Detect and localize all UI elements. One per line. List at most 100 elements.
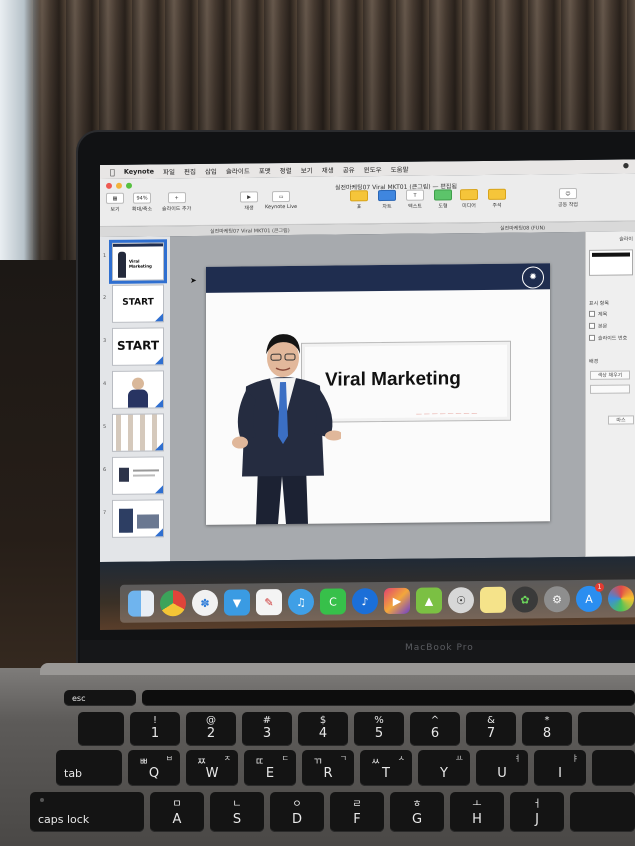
text-button[interactable]: T 텍스트 <box>406 189 424 210</box>
key-2[interactable]: @2 <box>186 712 236 746</box>
collaborate-button[interactable]: ☺ 공동 작업 <box>558 188 578 208</box>
key-i[interactable]: ㅑI <box>534 750 586 786</box>
slide-thumbnail-4[interactable] <box>112 370 164 409</box>
key-w[interactable]: ㅉㅈW <box>186 750 238 786</box>
key-h[interactable]: ㅗH <box>450 792 504 832</box>
final-cut-icon[interactable]: ▶ <box>384 587 410 615</box>
key-6[interactable]: ^ 6 <box>410 712 460 746</box>
key-q[interactable]: ㅃ ㅂQ <box>128 750 180 786</box>
inspector-tab-slide[interactable]: 슬라이 <box>619 235 633 242</box>
key-a[interactable]: ㅁA <box>150 792 204 832</box>
add-slide-button[interactable]: + 슬라이드 추가 <box>162 192 191 212</box>
thumb-figure <box>119 508 133 533</box>
thumb-title: Viral Marketing <box>129 258 152 269</box>
menu-app-name[interactable]: Keynote <box>124 167 154 175</box>
key-9[interactable] <box>578 712 635 746</box>
menu-item-help[interactable]: 도움말 <box>391 164 409 174</box>
key-caps-lock[interactable]: caps lock <box>30 792 144 832</box>
shape-button[interactable]: 도형 <box>434 189 452 209</box>
app-store-icon[interactable]: A1 <box>576 582 604 613</box>
body-checkbox[interactable] <box>589 322 595 329</box>
key-backtick[interactable] <box>78 712 124 746</box>
evernote-icon[interactable]: ✿ <box>512 586 538 613</box>
key-tab[interactable]: tab <box>56 750 122 786</box>
menu-item-play[interactable]: 재생 <box>322 165 334 175</box>
slide-thumbnail-1[interactable]: Viral Marketing <box>109 239 167 284</box>
itunes-icon[interactable]: ♪ <box>352 588 378 615</box>
key-5[interactable]: % 5 <box>354 712 404 746</box>
key-f[interactable]: ㄹF <box>330 792 384 832</box>
key-label: Y <box>440 766 448 781</box>
fill-color-well[interactable] <box>590 384 630 394</box>
camtasia-icon[interactable]: C <box>320 588 346 615</box>
key-s[interactable]: ㄴS <box>210 792 264 832</box>
pages-icon[interactable]: ✎ <box>256 589 282 616</box>
slide-thumbnail-5[interactable] <box>112 413 164 452</box>
slide-thumbnail-7[interactable] <box>112 499 164 538</box>
slide-layout-preview[interactable] <box>589 249 633 276</box>
fill-type-select[interactable]: 색상 채우기 <box>590 370 630 380</box>
title-checkbox[interactable] <box>589 310 595 317</box>
key-esc[interactable]: esc <box>64 690 136 706</box>
tab-document-1[interactable]: 실전마케팅07 Viral MKT01 (큰그림) <box>210 227 290 235</box>
slide-title[interactable]: Viral Marketing <box>325 368 461 391</box>
key-e[interactable]: ㄸ ㄷE <box>244 750 296 786</box>
menu-item-window[interactable]: 윈도우 <box>364 164 382 174</box>
menu-item-slide[interactable]: 슬라이드 <box>226 165 250 175</box>
apple-icon[interactable]:  <box>110 167 115 176</box>
keynote-live-button[interactable]: ▭ Keynote Live <box>265 191 297 210</box>
tab-document-2[interactable]: 실전마케팅08 (FUN) <box>500 224 545 231</box>
key-t[interactable]: ㅆ ㅅT <box>360 750 412 786</box>
key-u[interactable]: ㅕU <box>476 750 528 786</box>
photos-icon[interactable] <box>608 585 634 612</box>
minimize-window-icon[interactable] <box>116 182 122 189</box>
key-o[interactable] <box>592 750 635 786</box>
slide-number-checkbox[interactable] <box>589 334 595 341</box>
close-window-icon[interactable] <box>106 182 112 189</box>
stickies-icon[interactable] <box>480 586 506 614</box>
menu-item-file[interactable]: 파일 <box>163 166 175 176</box>
safari-icon[interactable]: ✽ <box>192 589 218 617</box>
keynote-icon[interactable]: ▼ <box>224 589 250 616</box>
cyberduck-icon[interactable]: ▲ <box>416 587 442 614</box>
menu-item-arrange[interactable]: 정렬 <box>280 165 292 175</box>
key-3[interactable]: #3 <box>242 712 292 746</box>
key-d[interactable]: ㅇD <box>270 792 324 832</box>
table-button[interactable]: 표 <box>350 190 368 210</box>
zoom-window-icon[interactable] <box>126 182 132 189</box>
key-g[interactable]: ㅎG <box>390 792 444 832</box>
key-k[interactable] <box>570 792 635 832</box>
media-button[interactable]: 미디어 <box>460 189 478 209</box>
slide-canvas[interactable]: ✹ Viral Marketing — — — — — — — — ➤ <box>170 231 585 562</box>
zoom-control[interactable]: 94% 확대/축소 <box>132 192 152 213</box>
key-j[interactable]: ㅓJ <box>510 792 564 832</box>
edit-master-button[interactable]: 마스 <box>608 415 634 425</box>
chart-button[interactable]: 차트 <box>378 189 396 210</box>
menu-item-view[interactable]: 보기 <box>301 165 313 175</box>
key-7[interactable]: & 7 <box>466 712 516 746</box>
speaker-icon[interactable]: ♫ <box>288 588 314 616</box>
key-1[interactable]: ! 1 <box>130 712 180 746</box>
menu-item-insert[interactable]: 삽입 <box>205 166 217 176</box>
disk-utility-icon[interactable]: ☉ <box>448 587 474 614</box>
wifi-icon[interactable]: ● <box>623 161 629 169</box>
current-slide[interactable]: ✹ Viral Marketing — — — — — — — — <box>206 263 550 525</box>
chrome-icon[interactable] <box>160 590 186 617</box>
slide-thumbnail-3[interactable]: START <box>112 327 164 366</box>
system-preferences-icon[interactable]: ⚙ <box>544 586 570 613</box>
view-button[interactable]: ▦ 보기 <box>106 192 124 213</box>
key-4[interactable]: $4 <box>298 712 348 746</box>
slide-thumbnail-2[interactable]: START <box>112 284 164 323</box>
key-y[interactable]: ㅛY <box>418 750 470 786</box>
comment-button[interactable]: 주석 <box>488 188 506 209</box>
key-8[interactable]: * 8 <box>522 712 572 746</box>
menu-item-edit[interactable]: 편집 <box>184 166 196 176</box>
menu-item-share[interactable]: 공유 <box>343 164 355 174</box>
thumb-title: START <box>116 338 160 353</box>
touch-bar[interactable] <box>142 690 635 706</box>
slide-thumbnail-6[interactable] <box>112 456 164 495</box>
finder-icon[interactable] <box>128 590 154 617</box>
menu-item-format[interactable]: 포맷 <box>259 165 271 175</box>
key-r[interactable]: ㄲ ㄱR <box>302 750 354 786</box>
play-button[interactable]: ▶ 재생 <box>240 191 258 211</box>
